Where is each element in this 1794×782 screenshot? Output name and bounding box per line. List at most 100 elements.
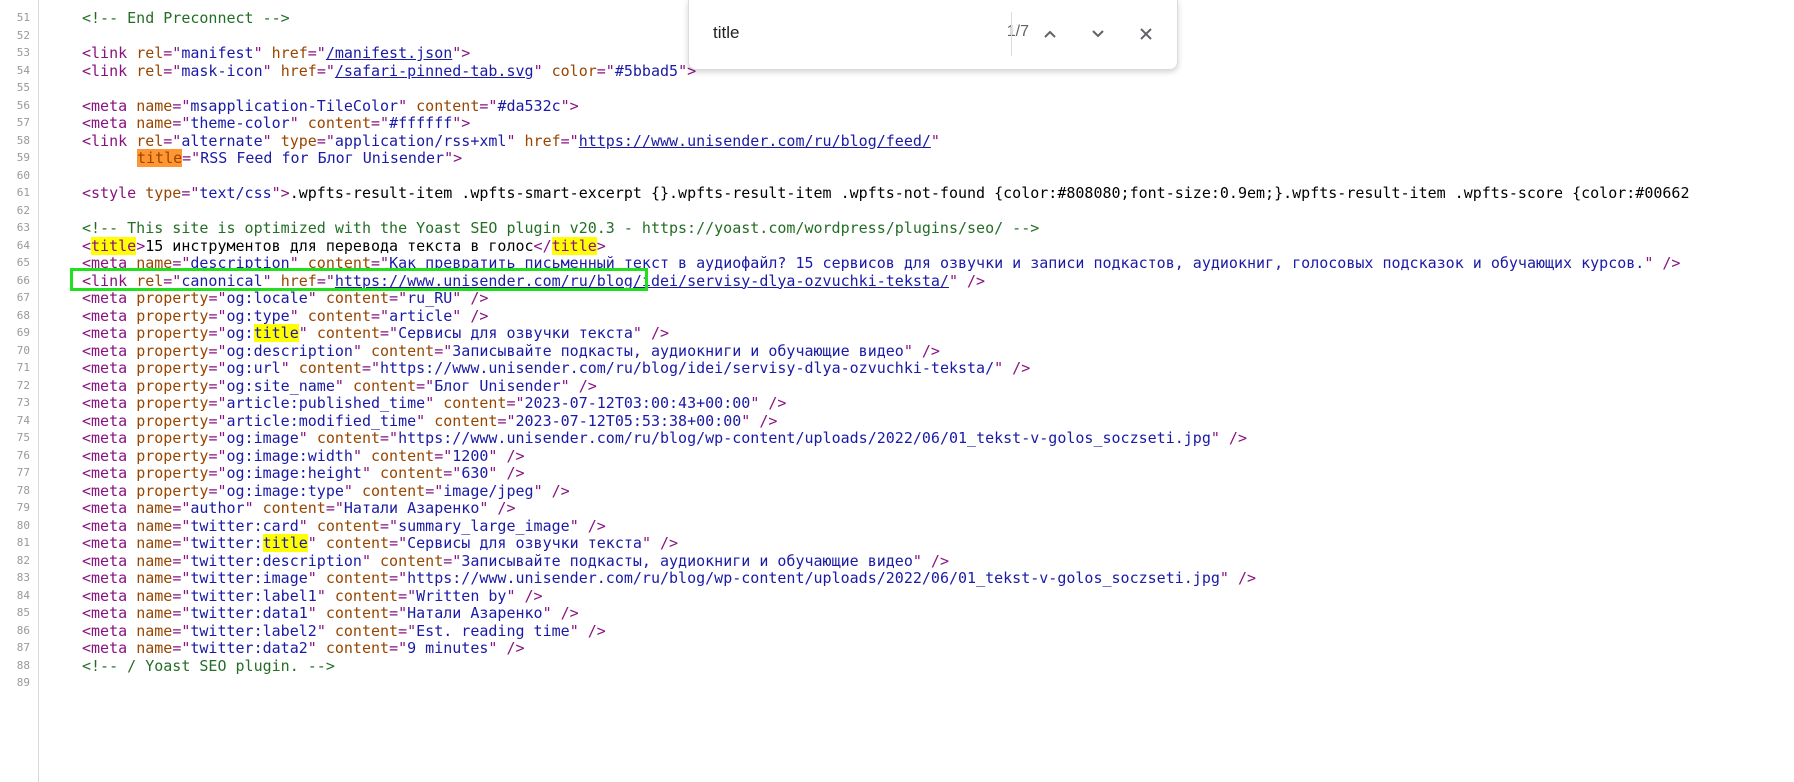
source-token: <meta: [82, 411, 137, 430]
source-token: <meta: [82, 499, 137, 517]
source-token: <style: [82, 184, 146, 202]
source-token: ">: [560, 96, 579, 115]
source-token: <meta: [82, 289, 137, 307]
source-token: ": [253, 44, 272, 62]
find-previous-button[interactable]: [1036, 20, 1064, 48]
source-token: ": [289, 114, 308, 132]
source-token: " />: [1219, 569, 1257, 587]
source-token: " />: [912, 551, 949, 570]
source-token: " />: [569, 621, 606, 640]
source-token: type: [145, 184, 182, 202]
source-token: RSS Feed for Блог Unisender: [200, 149, 445, 167]
source-token: =": [596, 61, 615, 80]
source-token: =": [208, 324, 227, 342]
source-token: content: [316, 324, 381, 342]
source-token: =": [208, 341, 227, 360]
source-token: ": [334, 376, 353, 395]
source-token: property: [136, 341, 209, 360]
source-token: ">: [271, 184, 290, 202]
source-token: =": [416, 376, 435, 395]
source-token: property: [136, 464, 209, 482]
source-token: =": [506, 394, 525, 412]
source-token: twitter:: [190, 534, 263, 552]
chevron-up-icon: [1044, 30, 1056, 38]
source-token: ": [416, 411, 435, 430]
source-token: =": [172, 639, 191, 657]
source-token: author: [190, 499, 245, 517]
source-token: <meta: [82, 604, 137, 622]
source-token: content: [380, 551, 444, 570]
source-token: =": [389, 604, 408, 622]
source-token: =": [443, 551, 462, 570]
source-token: 2023-07-12T03:00:43+00:00: [524, 394, 751, 412]
find-next-button[interactable]: [1084, 20, 1112, 48]
source-token: =": [398, 621, 417, 640]
source-token: property: [136, 411, 209, 430]
source-token: <meta: [82, 394, 137, 412]
source-token: Натали Азаренко: [407, 604, 543, 622]
source-token: ">: [444, 149, 463, 167]
source-token: <meta: [82, 621, 137, 640]
source-token: =": [307, 44, 326, 62]
source-token: ": [930, 131, 940, 150]
source-token: ": [307, 604, 326, 622]
source-token: application/rss+xml: [334, 131, 507, 150]
find-input[interactable]: [713, 22, 893, 44]
source-token: og:url: [226, 359, 281, 377]
source-token: msapplication-TileColor: [190, 96, 399, 115]
source-token: name: [136, 586, 173, 605]
search-match-highlight: title: [551, 236, 597, 255]
source-token: Натали Азаренко: [343, 499, 480, 517]
source-token: rel: [136, 44, 164, 62]
source-token: property: [136, 324, 209, 342]
source-token: type: [280, 131, 317, 150]
source-token: =": [389, 569, 408, 587]
source-token: name: [136, 516, 173, 535]
source-token: content: [416, 96, 480, 115]
source-token: og:site_name: [226, 376, 335, 395]
source-token: content: [325, 569, 390, 587]
source-token: <meta: [82, 341, 137, 360]
source-token: =": [172, 96, 191, 115]
source-token: content: [371, 341, 435, 360]
source-token: Сервисы для озвучки текста: [407, 534, 642, 552]
source-token: content: [352, 376, 417, 395]
source-token: name: [136, 604, 173, 622]
source-token: ": [398, 96, 417, 115]
source-token: 2023-07-12T05:53:38+00:00: [515, 411, 742, 430]
source-token: ": [352, 341, 371, 360]
source-token: =": [316, 131, 335, 150]
source-token: ": [244, 499, 263, 517]
source-token: manifest: [181, 44, 254, 62]
source-token: =": [208, 481, 227, 500]
source-token: href: [280, 61, 317, 80]
source-token: href: [271, 44, 308, 62]
source-link[interactable]: https://www.unisender.com/ru/blog/feed/: [579, 132, 931, 150]
source-token: content: [262, 499, 326, 517]
source-token: <link: [82, 131, 137, 150]
source-token: ": [289, 306, 308, 325]
source-token: ": [298, 429, 317, 447]
source-token: =": [316, 61, 335, 80]
source-token: https://www.unisender.com/ru/blog/wp-con…: [407, 569, 1220, 587]
source-token: ": [298, 516, 317, 535]
find-close-button[interactable]: [1132, 20, 1160, 48]
line-number: 89: [16, 676, 30, 689]
source-link[interactable]: /manifest.json: [326, 44, 452, 62]
source-token: article:published_time: [226, 394, 426, 412]
source-token: 15 инструментов для перевода текста в го…: [145, 236, 534, 255]
source-token: Записывайте подкасты, аудиокниги и обуча…: [461, 551, 913, 570]
source-token: content: [371, 446, 435, 465]
source-token: =": [172, 551, 191, 570]
source-token: text/css: [199, 184, 272, 202]
source-token: =": [163, 44, 182, 62]
source-link[interactable]: /safari-pinned-tab.svg: [335, 62, 534, 80]
source-token: ": [316, 586, 335, 605]
source-token: name: [136, 621, 173, 640]
source-token: =": [208, 394, 227, 412]
source-token: =": [389, 639, 408, 657]
source-token: property: [136, 429, 209, 447]
source-token: content: [443, 394, 507, 412]
source-token: theme-color: [190, 114, 290, 132]
source-token: =": [172, 499, 191, 517]
